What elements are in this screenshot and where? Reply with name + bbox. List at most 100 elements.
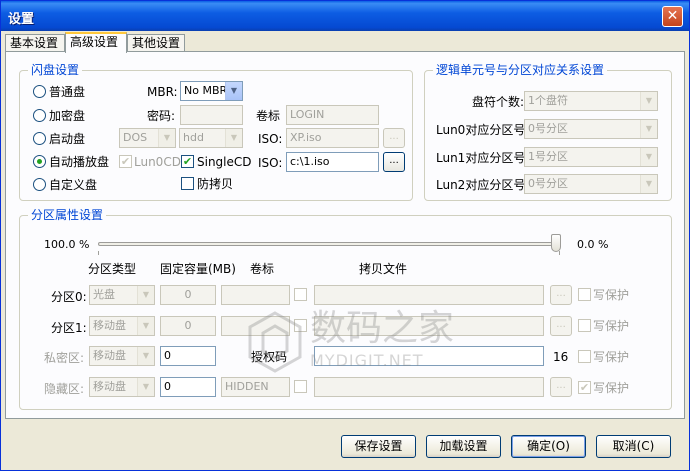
row0-protect-label: 写保护 [593,288,630,302]
row0-protect-checkbox[interactable] [578,288,591,301]
lun-group-label: 逻辑单元号与分区对应关系设置 [433,63,608,77]
iso1-input[interactable]: XP.iso [286,128,379,148]
tab-advanced[interactable]: 高级设置 [65,32,127,53]
slider-tick [559,251,560,255]
row1-type-select[interactable]: 移动盘 ▼ [89,316,155,336]
row3-protect-label: 写保护 [593,381,630,395]
row2-label: 私密区: [44,351,85,365]
lun1-label: Lun1对应分区号: [436,151,530,165]
mbr-value: No MBR [184,84,228,97]
row0-browse-button[interactable]: ... [550,285,572,305]
row2-protect-checkbox[interactable] [578,350,591,363]
partition-slider-track[interactable] [98,242,560,246]
radio-boot[interactable] [33,132,46,145]
partition-group-label: 分区属性设置 [28,208,107,222]
auth-code-input[interactable] [314,346,544,366]
row3-capacity[interactable]: 0 [160,377,216,397]
row3-checkbox[interactable] [294,380,307,393]
volume-input[interactable]: LOGIN [286,105,379,125]
iso2-input[interactable]: c:\1.iso [286,152,379,172]
chevron-down-icon: ▼ [137,317,154,335]
load-settings-button[interactable]: 加载设置 [426,435,501,458]
lun0cd-checkbox[interactable]: ✔ [119,155,132,168]
copyprotect-checkbox[interactable] [181,177,194,190]
row3-file[interactable] [314,377,544,397]
row1-type-value: 移动盘 [93,319,126,332]
lun2-select[interactable]: 0号分区 ▼ [524,174,658,194]
row0-volume[interactable] [221,285,290,305]
row2-type-select[interactable]: 移动盘 ▼ [89,346,155,366]
volume-label: 卷标 [256,109,281,123]
slider-right-value: 0.0 % [577,238,609,251]
tab-other[interactable]: 其他设置 [127,34,185,52]
drive-count-value: 1个盘符 [528,94,568,107]
radio-encrypted[interactable] [33,109,46,122]
radio-normal-label: 普通盘 [49,85,86,99]
copyprotect-label: 防拷贝 [197,177,234,191]
row1-checkbox[interactable] [294,319,307,332]
row3-type-select[interactable]: 移动盘 ▼ [89,377,155,397]
tab-basic[interactable]: 基本设置 [5,34,65,52]
row3-browse-button[interactable]: ... [550,377,572,397]
iso2-browse-button[interactable]: ... [383,152,405,172]
row1-volume[interactable] [221,316,290,336]
auth-code-label: 授权码 [251,350,288,364]
header-type: 分区类型 [88,262,137,276]
iso1-browse-button[interactable]: ... [383,128,405,148]
close-icon: ✕ [666,8,679,24]
row3-protect-checkbox[interactable]: ✔ [578,381,591,394]
row0-label: 分区0: [51,290,87,304]
cancel-button[interactable]: 取消(C) [596,435,671,458]
row1-capacity[interactable]: 0 [160,316,216,336]
slider-tick [98,251,99,255]
boot-type-select[interactable]: DOS ▼ [119,128,176,148]
chevron-down-icon: ▼ [137,378,154,396]
close-button[interactable]: ✕ [662,6,683,27]
mbr-select[interactable]: No MBR ▼ [180,81,243,101]
row3-label: 隐藏区: [44,382,85,396]
lun0cd-label: Lun0CD [134,155,181,169]
radio-autoplay[interactable] [33,155,46,168]
radio-custom[interactable] [33,178,46,191]
chevron-down-icon: ▼ [137,286,154,304]
header-copyfile: 拷贝文件 [359,262,408,276]
chevron-down-icon: ▼ [225,129,242,147]
row1-protect-checkbox[interactable] [578,319,591,332]
radio-normal[interactable] [33,85,46,98]
window-title: 设置 [8,12,35,27]
row3-type-value: 移动盘 [93,380,126,393]
chevron-down-icon: ▼ [640,175,657,193]
chevron-down-icon: ▼ [640,148,657,166]
save-settings-button[interactable]: 保存设置 [341,435,416,458]
chevron-down-icon: ▼ [640,120,657,138]
row2-capacity[interactable]: 0 [160,346,216,366]
lun1-value: 1号分区 [528,150,568,163]
boot-drive-select[interactable]: hdd ▼ [179,128,243,148]
drive-count-label: 盘符个数: [472,95,525,109]
partition-slider-thumb[interactable] [551,234,561,252]
row0-file[interactable] [314,285,544,305]
chevron-down-icon: ▼ [225,82,242,100]
password-label: 密码: [147,109,176,123]
row1-file[interactable] [314,316,544,336]
lun2-value: 0号分区 [528,177,568,190]
drive-count-select[interactable]: 1个盘符 ▼ [524,91,658,111]
row0-checkbox[interactable] [294,288,307,301]
row0-type-select[interactable]: 光盘 ▼ [89,285,155,305]
title-bar[interactable]: 设置 ✕ [1,1,689,31]
auth-code-count: 16 [553,350,569,364]
tab-pane: 闪盘设置 普通盘 加密盘 启动盘 自动播放盘 自定义盘 MBR: No MBR … [5,51,685,419]
radio-autoplay-label: 自动播放盘 [49,155,110,169]
ok-button[interactable]: 确定(O) [511,435,586,458]
row2-type-value: 移动盘 [93,349,126,362]
chevron-down-icon: ▼ [137,347,154,365]
lun1-select[interactable]: 1号分区 ▼ [524,147,658,167]
radio-custom-label: 自定义盘 [49,178,98,192]
row0-capacity[interactable]: 0 [160,285,216,305]
singlecd-checkbox[interactable]: ✔ [181,155,194,168]
row3-volume[interactable]: HIDDEN [221,377,290,397]
lun0-select[interactable]: 0号分区 ▼ [524,119,658,139]
singlecd-label: SingleCD [197,155,252,169]
password-input[interactable] [180,105,243,125]
row1-browse-button[interactable]: ... [550,316,572,336]
